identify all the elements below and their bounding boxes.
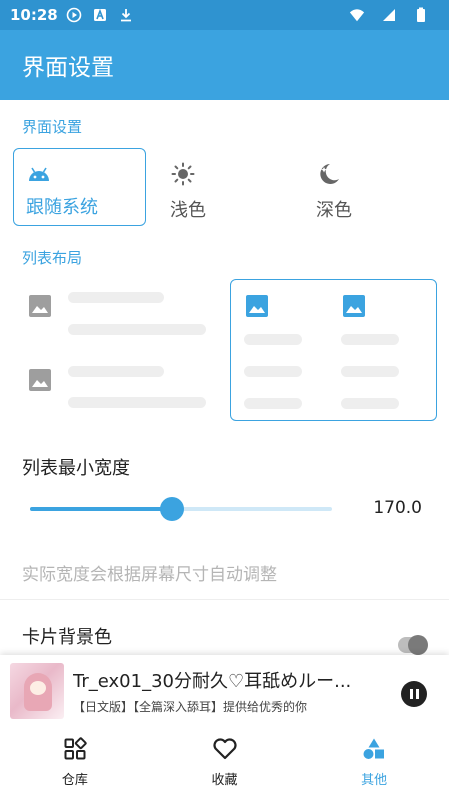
card-bg-toggle[interactable] (398, 635, 428, 655)
placeholder-bar (244, 366, 302, 377)
now-playing-title: Tr_ex01_30分耐久♡耳舐めルー... (73, 671, 352, 692)
min-width-hint: 实际宽度会根据屏幕尺寸自动调整 (22, 565, 277, 585)
status-bar: 10:28 (0, 0, 449, 30)
placeholder-bar (244, 398, 302, 409)
layout-option-grid[interactable] (230, 279, 437, 421)
signal-icon (381, 7, 397, 23)
status-time: 10:28 (10, 6, 58, 24)
bottom-nav: 仓库 收藏 其他 (0, 725, 449, 800)
sun-icon (170, 162, 196, 190)
placeholder-bar (68, 366, 164, 377)
layout-section-title: 列表布局 (22, 249, 83, 267)
placeholder-bar (244, 334, 302, 345)
nav-label: 仓库 (61, 773, 88, 788)
image-placeholder-icon (246, 295, 268, 317)
placeholder-bar (341, 334, 399, 345)
moon-icon (316, 162, 342, 190)
image-placeholder-icon (29, 295, 51, 317)
album-cover (10, 663, 64, 719)
toggle-knob (408, 635, 428, 655)
now-playing-bar[interactable]: Tr_ex01_30分耐久♡耳舐めルー... 【日文版】【全篇深入舔耳】提供给优… (0, 655, 449, 725)
shapes-icon (361, 737, 387, 765)
play-circle-icon (66, 7, 82, 23)
image-placeholder-icon (343, 295, 365, 317)
theme-option-label: 深色 (316, 200, 352, 221)
pause-button[interactable] (401, 681, 427, 707)
nav-item-other[interactable]: 其他 (299, 725, 449, 800)
nav-label: 收藏 (211, 773, 238, 788)
placeholder-bar (68, 397, 206, 408)
min-width-slider[interactable] (30, 497, 332, 521)
theme-option-dark[interactable]: 深色 (304, 148, 437, 226)
slider-fill (30, 507, 172, 511)
image-placeholder-icon (29, 369, 51, 391)
divider (0, 599, 449, 600)
wifi-icon (349, 7, 365, 23)
heart-icon (212, 737, 238, 765)
placeholder-bar (341, 366, 399, 377)
min-width-label: 列表最小宽度 (22, 458, 130, 479)
app-bar: 界面设置 (0, 30, 449, 100)
nav-label: 其他 (361, 773, 388, 788)
placeholder-bar (68, 292, 164, 303)
now-playing-subtitle: 【日文版】【全篇深入舔耳】提供给优秀的你 (73, 700, 308, 714)
min-width-value: 170.0 (373, 498, 422, 518)
nav-item-favorites[interactable]: 收藏 (150, 725, 300, 800)
theme-option-light[interactable]: 浅色 (158, 148, 291, 226)
grid-squares-icon (63, 737, 87, 765)
theme-section-title: 界面设置 (22, 118, 83, 136)
placeholder-bar (341, 398, 399, 409)
placeholder-bar (68, 324, 206, 335)
slider-thumb[interactable] (159, 497, 184, 521)
layout-option-list[interactable] (22, 280, 222, 420)
theme-option-label: 跟随系统 (26, 197, 98, 218)
page-title: 界面设置 (22, 55, 114, 81)
android-icon (26, 163, 52, 187)
card-bg-label: 卡片背景色 (22, 627, 112, 648)
battery-icon (413, 7, 429, 23)
theme-option-label: 浅色 (170, 200, 206, 221)
a-box-icon (92, 7, 108, 23)
nav-item-repository[interactable]: 仓库 (0, 725, 150, 800)
download-icon (118, 7, 134, 23)
theme-option-follow-system[interactable]: 跟随系统 (13, 148, 146, 226)
pause-icon (409, 689, 413, 699)
